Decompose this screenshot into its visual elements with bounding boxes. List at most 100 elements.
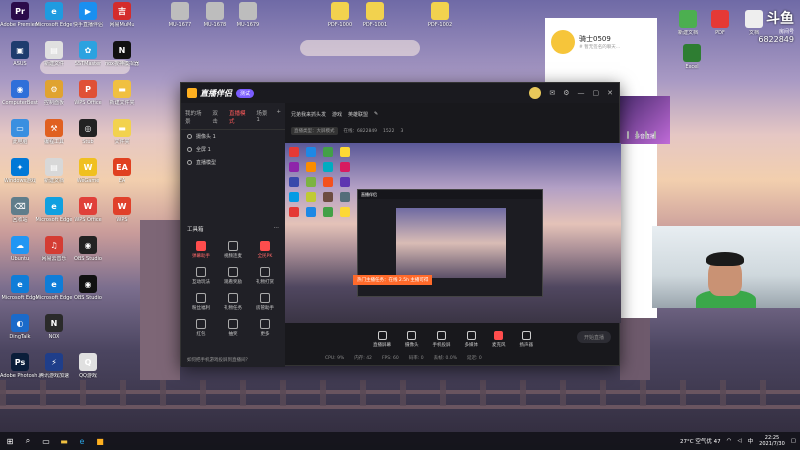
preview-app-icon: [306, 162, 316, 172]
sidebar-tab[interactable]: 双击: [212, 109, 223, 125]
desktop-icon[interactable]: MU-1679: [228, 2, 268, 28]
source-button[interactable]: 摄像头: [405, 330, 419, 348]
source-button[interactable]: 扬声器: [519, 330, 534, 348]
scene-label: 直播模型: [196, 160, 217, 166]
edit-icon[interactable]: ✎: [374, 111, 378, 117]
clock[interactable]: 22:25 2021/7/30: [759, 435, 785, 447]
task-view-icon[interactable]: ▭: [40, 435, 52, 447]
avatar[interactable]: [551, 30, 575, 54]
watermark-room: 6822849: [758, 35, 794, 44]
message-icon[interactable]: ✉: [549, 89, 555, 97]
windows-start-icon[interactable]: ⊞: [4, 435, 16, 447]
tool-button[interactable]: 礼物任务: [217, 293, 249, 311]
desktop-icon[interactable]: Excel: [672, 44, 712, 70]
preview-desktop-icons: [289, 147, 352, 217]
desktop-icon[interactable]: PDF-1000: [320, 2, 360, 28]
tool-button[interactable]: 视频连麦: [217, 241, 249, 259]
tool-button[interactable]: 房管助手: [249, 293, 281, 311]
volume-icon[interactable]: ◁: [737, 438, 741, 444]
desktop-icon[interactable]: W WPS: [102, 197, 142, 223]
title-bar[interactable]: 直播伴侣 测试 ✉ ⚙ — ▢ ✕: [181, 83, 619, 103]
stream-title[interactable]: 兄弟我来抓头发: [291, 111, 326, 118]
desktop-icon-label: 编程工具: [43, 139, 64, 145]
desktop-icon[interactable]: 吉网易MuMu: [102, 2, 142, 28]
sidebar-help-link[interactable]: 如何把手机游戏投屏到直播间？: [187, 357, 250, 363]
desktop-icon[interactable]: EA EA: [102, 158, 142, 184]
tool-button[interactable]: 弹幕助手: [185, 241, 217, 259]
stream-category[interactable]: 英雄联盟: [348, 111, 368, 118]
app-icon: ♫: [45, 236, 63, 254]
app-icon: ⚡: [45, 353, 63, 371]
desktop-icon[interactable]: ◉ OBS Studio: [68, 236, 108, 262]
share-icon[interactable]: [654, 131, 656, 139]
desktop-icon[interactable]: Nnox夜神模拟器: [102, 41, 142, 67]
tool-button[interactable]: 更多: [249, 319, 281, 337]
wifi-icon[interactable]: ◠: [727, 438, 732, 444]
stream-tag[interactable]: 游戏: [332, 111, 342, 118]
source-button[interactable]: 多媒体: [464, 330, 479, 348]
source-button[interactable]: 麦克风: [492, 330, 506, 348]
desktop-icon[interactable]: N NOX: [34, 314, 74, 340]
avatar[interactable]: [529, 87, 542, 99]
desktop-icon[interactable]: ▬ 文件夹: [102, 119, 142, 145]
tool-button[interactable]: 全民PK: [249, 241, 281, 259]
eye-icon[interactable]: [187, 134, 192, 139]
desktop-icon[interactable]: Q QQ游戏: [68, 353, 108, 379]
source-button[interactable]: 手机投屏: [433, 330, 451, 348]
gift-icon[interactable]: [636, 131, 638, 139]
source-icon: [437, 330, 446, 340]
sidebar-tab[interactable]: 场景1: [256, 109, 270, 125]
live-companion-window[interactable]: 直播伴侣 测试 ✉ ⚙ — ▢ ✕ 我的场景 双击 直播模式 场景1 + 摄像头 1 全屏…: [180, 82, 656, 367]
desktop-icon[interactable]: PDF-1002: [420, 2, 460, 28]
tool-button[interactable]: 互动玩法: [185, 267, 217, 285]
preview-app-icon: [289, 162, 299, 172]
ime-text[interactable]: 中: [748, 437, 754, 445]
lock-icon[interactable]: [627, 131, 629, 139]
desktop-icon[interactable]: PDF-1001: [355, 2, 395, 28]
stream-preview[interactable]: 直播伴侣 热门主播任务：在线 2.5h 主播可得: [285, 143, 621, 323]
tool-button[interactable]: 抽奖: [217, 319, 249, 337]
app-icon: ▬: [113, 119, 131, 137]
source-icon: [377, 330, 387, 340]
source-label: 多媒体: [464, 342, 479, 348]
desktop-icon-label: WPS Office: [74, 217, 102, 223]
weather-text[interactable]: 27°C 空气优 47: [680, 437, 721, 445]
tool-button[interactable]: 粉丝福利: [185, 293, 217, 311]
minimize-icon[interactable]: —: [578, 89, 585, 97]
close-icon[interactable]: ✕: [607, 89, 613, 97]
more-icon[interactable]: ⋯: [274, 225, 280, 233]
tool-label: 礼物打赏: [256, 280, 274, 285]
chart-icon[interactable]: [645, 131, 647, 139]
scene-item[interactable]: 全屏 1: [181, 143, 285, 156]
scene-item[interactable]: 直播模型: [181, 156, 285, 169]
eye-icon[interactable]: [187, 147, 192, 152]
sidebar-tab[interactable]: 我的场景: [185, 109, 206, 125]
go-live-button[interactable]: 开始直播: [577, 331, 611, 343]
app-icon: e: [45, 197, 63, 215]
maximize-icon[interactable]: ▢: [593, 89, 600, 97]
tool-button[interactable]: 红包: [185, 319, 217, 337]
watermark-logo: 斗鱼: [766, 11, 794, 27]
add-scene-icon[interactable]: +: [276, 109, 281, 125]
source-label: 扬声器: [519, 342, 534, 348]
tool-icon: [260, 241, 270, 251]
scene-item[interactable]: 摄像头 1: [181, 130, 285, 143]
live-app-icon[interactable]: ■: [94, 435, 106, 447]
status-item: 码率: 0: [408, 356, 424, 361]
search-icon[interactable]: ⌕: [22, 435, 34, 447]
desktop-icon[interactable]: ▬ 新建文件夹: [102, 80, 142, 106]
edge-icon[interactable]: e: [76, 435, 88, 447]
task-banner[interactable]: 热门主播任务：在线 2.5h 主播可得: [353, 275, 433, 285]
folder-icon[interactable]: ▬: [58, 435, 70, 447]
eye-icon[interactable]: [187, 160, 192, 165]
sidebar-tabs: 我的场景 双击 直播模式 场景1 +: [181, 103, 285, 130]
desktop-icon[interactable]: MU-1677: [160, 2, 200, 28]
notification-icon[interactable]: ▢: [791, 438, 796, 444]
app-icon: ⚒: [45, 119, 63, 137]
settings-icon[interactable]: ⚙: [563, 89, 569, 97]
sidebar-tab[interactable]: 直播模式: [229, 109, 250, 125]
desktop-icon[interactable]: ◉ OBS Studio: [68, 275, 108, 301]
source-button[interactable]: 直播屏幕: [373, 330, 391, 348]
tool-button[interactable]: 观看奖励: [217, 267, 249, 285]
tool-button[interactable]: 礼物打赏: [249, 267, 281, 285]
